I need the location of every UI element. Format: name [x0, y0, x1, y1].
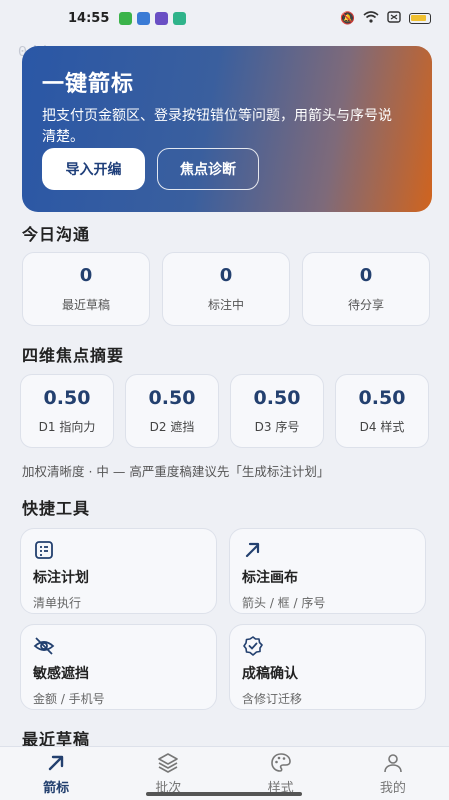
- tab-mine[interactable]: 我的: [337, 747, 449, 800]
- dim-label: D2 遮挡: [149, 420, 195, 434]
- tool-subtitle: 金额 / 手机号: [33, 692, 105, 706]
- status-time: 14:55: [68, 10, 110, 26]
- diagnose-button[interactable]: 焦点诊断: [157, 148, 259, 190]
- checklist-icon: [35, 541, 53, 559]
- clarity-note: 加权清晰度 · 中 — 高严重度稿建议先「生成标注计划」: [22, 464, 330, 479]
- stat-label: 标注中: [207, 298, 244, 312]
- stat-card-to-share[interactable]: 0 待分享: [302, 252, 430, 326]
- arrow-icon: [245, 542, 260, 558]
- dim-label: D4 样式: [359, 420, 405, 434]
- mute-icon: 🔕: [340, 11, 355, 25]
- eye-off-icon: [33, 637, 55, 655]
- tool-title: 敏感遮挡: [33, 666, 89, 682]
- hero-title: 一键箭标: [42, 72, 135, 97]
- dim-value: 0.50: [253, 387, 301, 409]
- tool-subtitle: 含修订迁移: [242, 692, 303, 706]
- tool-card-mask[interactable]: 敏感遮挡 金额 / 手机号: [20, 624, 217, 710]
- stat-label: 待分享: [347, 298, 384, 312]
- home-indicator: [146, 792, 302, 796]
- sim-icon: [387, 10, 401, 26]
- notification-icons: [119, 11, 187, 25]
- stat-value: 0: [219, 265, 233, 286]
- stat-label: 最近草稿: [61, 298, 110, 312]
- tool-subtitle: 箭头 / 框 / 序号: [242, 596, 326, 610]
- tool-title: 标注计划: [33, 570, 89, 586]
- badge-check-icon: [243, 636, 263, 656]
- dim-card-d3[interactable]: 0.50 D3 序号: [230, 374, 324, 448]
- import-button[interactable]: 导入开编: [42, 148, 145, 190]
- user-icon: [384, 754, 402, 773]
- arrow-icon: [48, 755, 64, 771]
- tool-card-confirm[interactable]: 成稿确认 含修订迁移: [229, 624, 426, 710]
- stat-card-annotating[interactable]: 0 标注中: [162, 252, 290, 326]
- tab-arrow-mark[interactable]: 箭标: [0, 747, 112, 800]
- hero-card: 一键箭标 把支付页金额区、登录按钮错位等问题，用箭头与序号说清楚。 导入开编 焦…: [22, 46, 432, 212]
- app-notification-icon: [173, 11, 187, 25]
- app-notification-icon: [155, 11, 169, 25]
- tool-title: 标注画布: [242, 570, 298, 586]
- section-title-focus: 四维焦点摘要: [22, 346, 125, 365]
- tool-subtitle: 清单执行: [33, 596, 82, 610]
- dim-card-d2[interactable]: 0.50 D2 遮挡: [125, 374, 219, 448]
- wifi-icon: [363, 10, 379, 26]
- tool-card-plan[interactable]: 标注计划 清单执行: [20, 528, 217, 614]
- hero-description: 把支付页金额区、登录按钮错位等问题，用箭头与序号说清楚。: [42, 108, 392, 145]
- palette-icon: [270, 753, 291, 772]
- tool-card-canvas[interactable]: 标注画布 箭头 / 框 / 序号: [229, 528, 426, 614]
- stat-value: 0: [79, 265, 93, 286]
- dim-value: 0.50: [43, 387, 91, 409]
- tool-title: 成稿确认: [242, 666, 298, 682]
- dim-value: 0.50: [148, 387, 196, 409]
- stat-card-drafts[interactable]: 0 最近草稿: [22, 252, 150, 326]
- dim-label: D1 指向力: [38, 420, 96, 434]
- battery-icon: [409, 12, 431, 24]
- stat-value: 0: [359, 265, 373, 286]
- tab-label: 箭标: [43, 781, 70, 796]
- section-title-tools: 快捷工具: [22, 499, 91, 518]
- app-notification-icon: [137, 11, 151, 25]
- dim-value: 0.50: [358, 387, 406, 409]
- dim-card-d4[interactable]: 0.50 D4 样式: [335, 374, 429, 448]
- status-bar: 14:55 🔕: [0, 0, 449, 36]
- dim-card-d1[interactable]: 0.50 D1 指向力: [20, 374, 114, 448]
- tab-label: 我的: [379, 781, 406, 796]
- section-title-today: 今日沟通: [22, 225, 91, 244]
- app-notification-icon: [119, 11, 133, 25]
- layers-icon: [158, 753, 179, 773]
- dim-label: D3 序号: [254, 420, 300, 434]
